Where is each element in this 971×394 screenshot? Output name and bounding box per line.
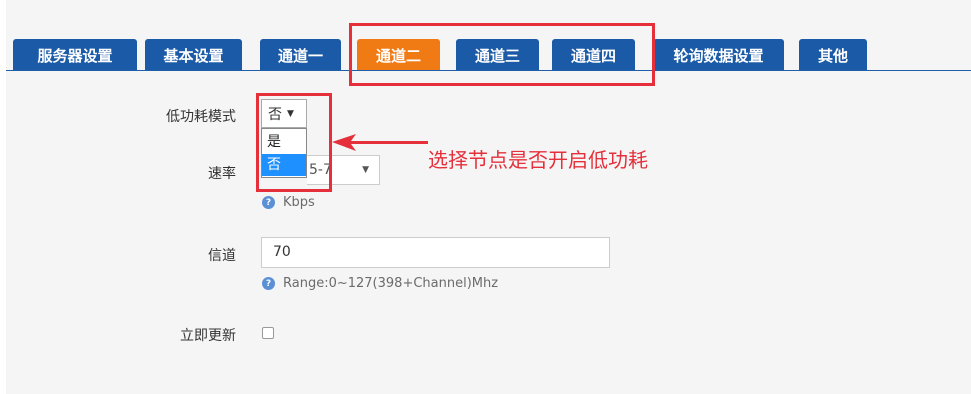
channel-tabs-highlight: [349, 23, 655, 86]
annotation-text: 选择节点是否开启低功耗: [428, 148, 648, 172]
question-circle-icon: ?: [262, 277, 275, 290]
tab-polling-data-settings[interactable]: 轮询数据设置: [653, 39, 784, 71]
update-now-checkbox[interactable]: [262, 327, 274, 339]
question-circle-icon: ?: [262, 196, 275, 209]
rate-label: 速率: [208, 166, 236, 182]
caret-down-icon: ▼: [362, 165, 369, 175]
low-power-label: 低功耗模式: [166, 109, 236, 125]
channel-help-text: Range:0~127(398+Channel)Mhz: [283, 276, 499, 291]
tab-channel-1[interactable]: 通道一: [260, 39, 341, 71]
channel-help: ? Range:0~127(398+Channel)Mhz: [262, 276, 498, 291]
dropdown-highlight: [256, 93, 332, 192]
channel-input[interactable]: 70: [261, 237, 610, 268]
tab-other[interactable]: 其他: [799, 39, 867, 71]
update-now-label: 立即更新: [180, 328, 236, 344]
rate-help: ? Kbps: [262, 195, 315, 210]
annotation-arrow-icon: [332, 134, 428, 151]
tab-basic-settings[interactable]: 基本设置: [145, 39, 242, 71]
tab-server-settings[interactable]: 服务器设置: [13, 39, 137, 71]
rate-help-text: Kbps: [283, 195, 315, 210]
channel-label: 信道: [208, 248, 236, 264]
